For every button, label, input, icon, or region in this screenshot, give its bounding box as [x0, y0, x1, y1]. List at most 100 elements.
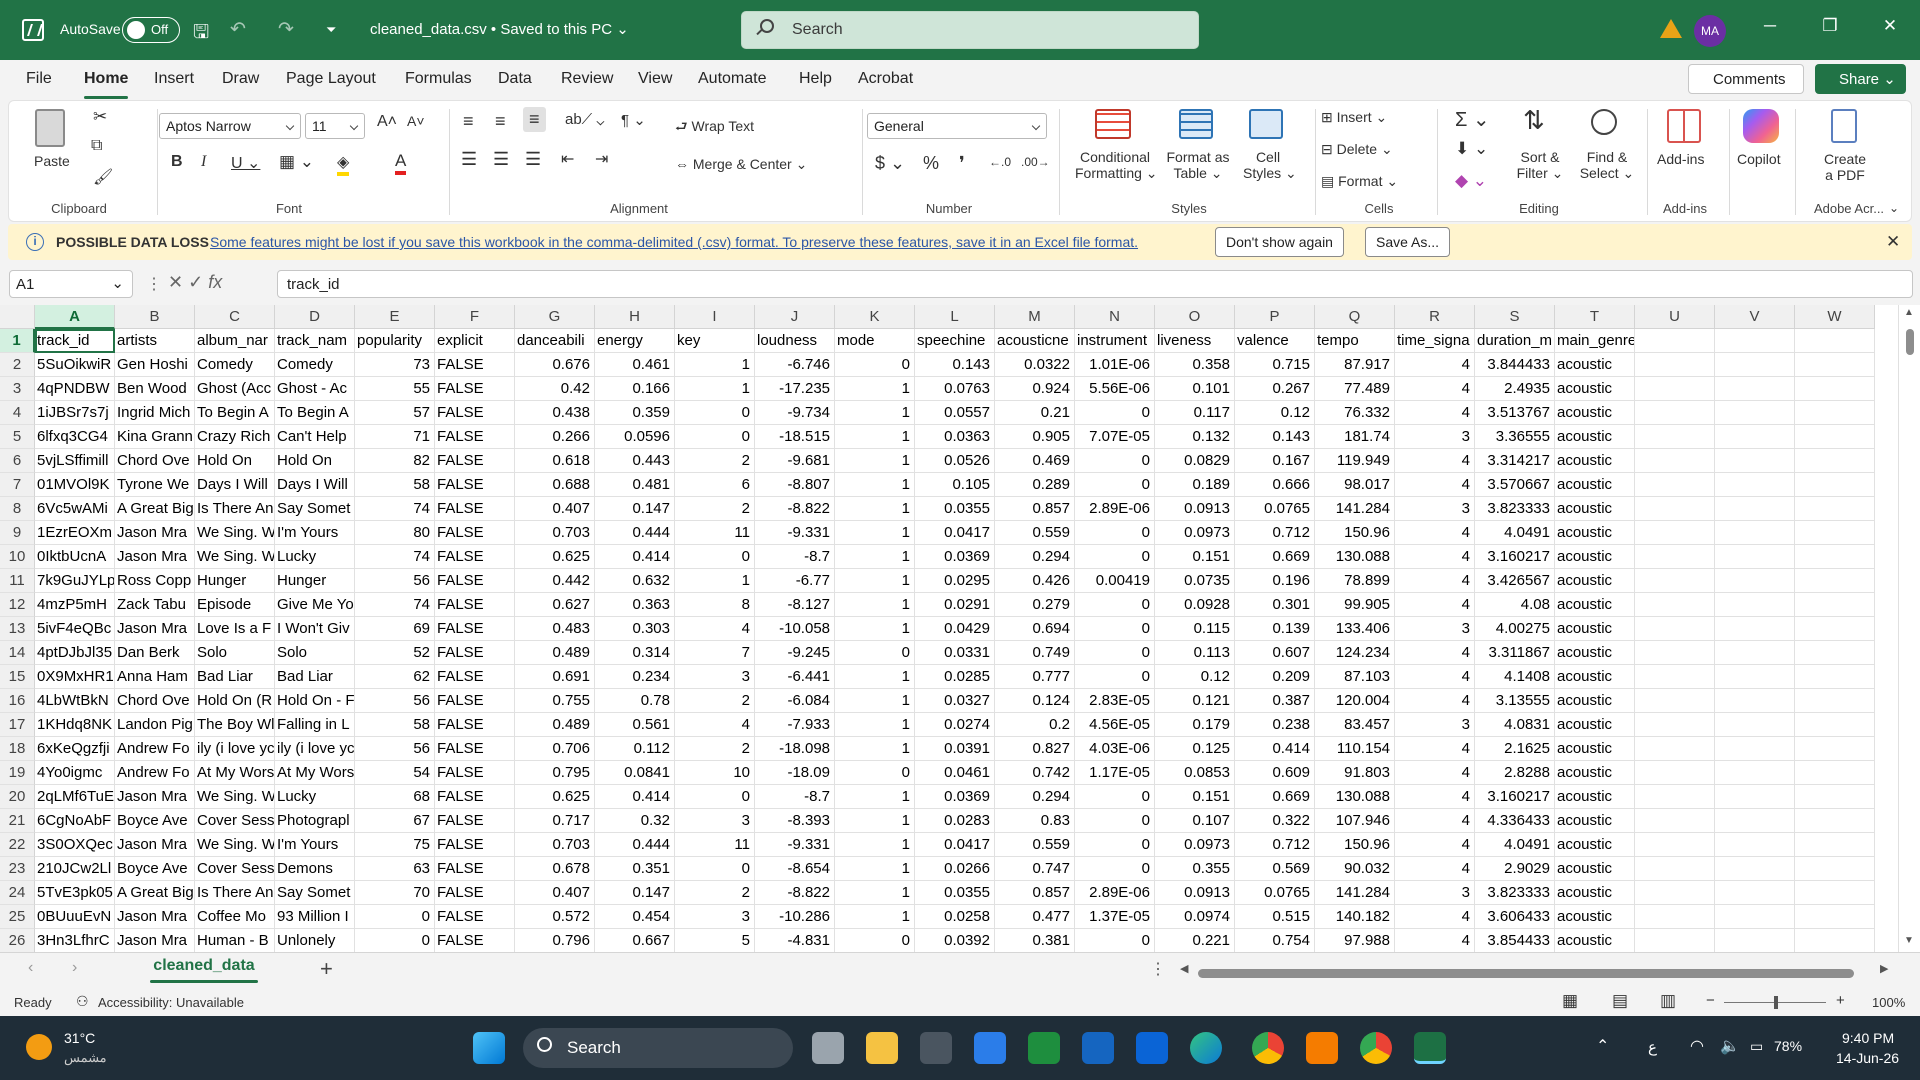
- table-cell[interactable]: 0.444: [595, 833, 675, 857]
- table-cell[interactable]: Jason Mra: [115, 905, 195, 929]
- table-cell[interactable]: -8.7: [755, 785, 835, 809]
- fill-color-icon[interactable]: ◈: [337, 152, 350, 176]
- table-cell[interactable]: 2: [675, 689, 755, 713]
- table-cell[interactable]: 0.572: [515, 905, 595, 929]
- table-cell[interactable]: 0.754: [1235, 929, 1315, 952]
- table-cell[interactable]: 0: [1075, 809, 1155, 833]
- table-cell[interactable]: acoustic: [1555, 785, 1635, 809]
- table-cell[interactable]: 0.32: [595, 809, 675, 833]
- table-cell[interactable]: 0: [1075, 857, 1155, 881]
- table-cell[interactable]: 4.00275: [1475, 617, 1555, 641]
- format-as-table-button[interactable]: Format as Table ⌄: [1163, 149, 1233, 182]
- table-cell[interactable]: 0.667: [595, 929, 675, 952]
- table-cell[interactable]: 99.905: [1315, 593, 1395, 617]
- table-cell[interactable]: 0.139: [1235, 617, 1315, 641]
- add-sheet-button[interactable]: +: [320, 956, 333, 982]
- table-cell[interactable]: 6lfxq3CG4: [35, 425, 115, 449]
- table-cell[interactable]: [1715, 737, 1795, 761]
- table-cell[interactable]: 54: [355, 761, 435, 785]
- table-cell[interactable]: FALSE: [435, 521, 515, 545]
- table-cell[interactable]: [1795, 641, 1875, 665]
- table-cell[interactable]: 74: [355, 545, 435, 569]
- table-cell[interactable]: 0: [675, 857, 755, 881]
- table-cell[interactable]: 87.103: [1315, 665, 1395, 689]
- table-cell[interactable]: 1: [835, 425, 915, 449]
- table-cell[interactable]: Say Somet: [275, 497, 355, 521]
- table-cell[interactable]: 0.322: [1235, 809, 1315, 833]
- table-cell[interactable]: acoustic: [1555, 497, 1635, 521]
- column-header[interactable]: F: [435, 305, 515, 329]
- currency-icon[interactable]: $ ⌄: [875, 153, 905, 174]
- row-header[interactable]: 20: [0, 785, 35, 809]
- copy-icon[interactable]: ⧉: [91, 137, 102, 155]
- table-cell[interactable]: 3S0OXQec: [35, 833, 115, 857]
- header-cell[interactable]: album_nar: [195, 329, 275, 353]
- table-cell[interactable]: 1: [675, 377, 755, 401]
- table-cell[interactable]: [1635, 881, 1715, 905]
- enter-icon[interactable]: ✓: [188, 272, 203, 292]
- table-cell[interactable]: 4mzP5mH: [35, 593, 115, 617]
- save-as-button[interactable]: Save As...: [1365, 227, 1451, 257]
- next-sheet-icon[interactable]: ›: [72, 959, 77, 977]
- horizontal-scroll-thumb[interactable]: [1198, 969, 1854, 978]
- table-cell[interactable]: FALSE: [435, 737, 515, 761]
- table-cell[interactable]: Lucky: [275, 785, 355, 809]
- table-cell[interactable]: 2.89E-06: [1075, 497, 1155, 521]
- table-cell[interactable]: 0.0355: [915, 881, 995, 905]
- header-cell[interactable]: danceabili: [515, 329, 595, 353]
- header-cell[interactable]: energy: [595, 329, 675, 353]
- font-color-icon[interactable]: A: [395, 151, 407, 175]
- table-cell[interactable]: 0: [1075, 641, 1155, 665]
- table-cell[interactable]: [1715, 569, 1795, 593]
- table-cell[interactable]: To Begin A: [275, 401, 355, 425]
- table-cell[interactable]: 0.712: [1235, 833, 1315, 857]
- zoom-in-icon[interactable]: +: [1836, 992, 1845, 1009]
- table-cell[interactable]: 0.0392: [915, 929, 995, 952]
- table-cell[interactable]: 69: [355, 617, 435, 641]
- header-cell[interactable]: liveness: [1155, 329, 1235, 353]
- zoom-out-icon[interactable]: −: [1706, 992, 1715, 1009]
- table-cell[interactable]: 1: [835, 401, 915, 425]
- table-cell[interactable]: -6.084: [755, 689, 835, 713]
- table-cell[interactable]: 0BUuuEvN: [35, 905, 115, 929]
- table-cell[interactable]: 0.289: [995, 473, 1075, 497]
- addins-button[interactable]: Add-ins: [1657, 151, 1704, 167]
- table-cell[interactable]: 5ivF4eQBc: [35, 617, 115, 641]
- row-header[interactable]: 10: [0, 545, 35, 569]
- more-sheets-icon[interactable]: ⋮: [1150, 959, 1166, 979]
- table-cell[interactable]: 0.301: [1235, 593, 1315, 617]
- table-cell[interactable]: [1715, 857, 1795, 881]
- table-cell[interactable]: -9.331: [755, 833, 835, 857]
- table-cell[interactable]: 4qPNDBW: [35, 377, 115, 401]
- table-cell[interactable]: [1715, 545, 1795, 569]
- table-cell[interactable]: 3.823333: [1475, 497, 1555, 521]
- addins-icon[interactable]: [1667, 109, 1701, 143]
- table-cell[interactable]: 0.0327: [915, 689, 995, 713]
- table-cell[interactable]: 0.407: [515, 497, 595, 521]
- excel-taskbar-icon[interactable]: [1414, 1032, 1446, 1064]
- table-cell[interactable]: acoustic: [1555, 569, 1635, 593]
- table-cell[interactable]: [1795, 473, 1875, 497]
- table-cell[interactable]: acoustic: [1555, 545, 1635, 569]
- store-icon[interactable]: [974, 1032, 1006, 1064]
- table-cell[interactable]: 0.0369: [915, 785, 995, 809]
- paste-button[interactable]: Paste: [34, 153, 70, 169]
- table-cell[interactable]: -17.235: [755, 377, 835, 401]
- warning-icon[interactable]: [1660, 19, 1682, 38]
- table-cell[interactable]: [1635, 689, 1715, 713]
- table-cell[interactable]: 0: [1075, 473, 1155, 497]
- table-cell[interactable]: 3.854433: [1475, 929, 1555, 952]
- table-cell[interactable]: acoustic: [1555, 833, 1635, 857]
- table-cell[interactable]: [1795, 857, 1875, 881]
- table-cell[interactable]: FALSE: [435, 401, 515, 425]
- table-cell[interactable]: [1635, 857, 1715, 881]
- table-cell[interactable]: acoustic: [1555, 713, 1635, 737]
- table-cell[interactable]: 5SuOikwiR: [35, 353, 115, 377]
- table-cell[interactable]: 0.717: [515, 809, 595, 833]
- table-cell[interactable]: 0.132: [1155, 425, 1235, 449]
- table-cell[interactable]: 0.0266: [915, 857, 995, 881]
- table-cell[interactable]: Is There An: [195, 497, 275, 521]
- table-cell[interactable]: 5vjLSffimill: [35, 449, 115, 473]
- table-cell[interactable]: 0.747: [995, 857, 1075, 881]
- table-cell[interactable]: ily (i love yc: [275, 737, 355, 761]
